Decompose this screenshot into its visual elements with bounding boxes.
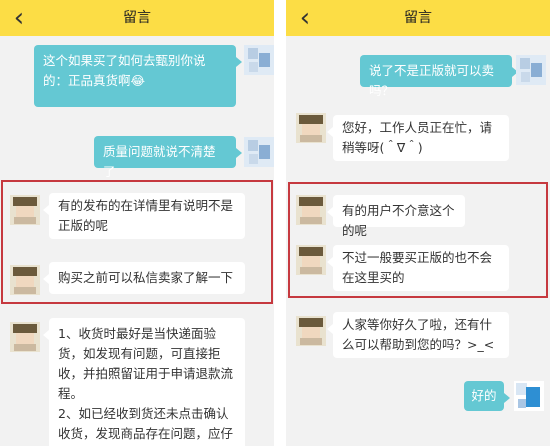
user-avatar[interactable]	[516, 55, 546, 85]
message-bubble-sent: 好的	[464, 381, 510, 411]
message-bubble-received: 人家等你好久了啦，还有什么可以帮助到您的吗？>_<	[327, 312, 509, 358]
user-avatar[interactable]	[244, 45, 274, 75]
title-bar: ‹ 留言	[0, 0, 274, 36]
staff-avatar[interactable]	[10, 322, 40, 352]
user-avatar[interactable]	[244, 137, 274, 167]
highlight-box	[1, 180, 273, 304]
highlight-box	[288, 182, 548, 298]
page-title: 留言	[404, 10, 432, 26]
panel-divider	[274, 0, 286, 446]
chat-panel-right: ‹ 留言 说了不是正版就可以卖吗？ 您好，工作人员正在忙，请稍等呀(＾∇＾) 有…	[286, 0, 550, 446]
user-avatar[interactable]	[514, 381, 544, 411]
staff-avatar[interactable]	[296, 113, 326, 143]
page-title: 留言	[123, 10, 151, 26]
message-bubble-sent: 质量问题就说不清楚了	[94, 136, 242, 179]
title-bar: ‹ 留言	[286, 0, 550, 36]
staff-avatar[interactable]	[296, 316, 326, 346]
message-bubble-received: 1、收货时最好是当快递面验货，如发现有问题，可直接拒收，并拍照留证用于申请退款流…	[43, 318, 245, 446]
message-bubble-sent: 说了不是正版就可以卖吗？	[360, 55, 518, 98]
message-bubble-sent: 这个如果买了如何去甄别你说的：正品真货啊😂	[34, 45, 242, 107]
message-bubble-received: 您好，工作人员正在忙，请稍等呀(＾∇＾)	[327, 115, 509, 161]
chat-panel-left: ‹ 留言 这个如果买了如何去甄别你说的：正品真货啊😂 质量问题就说不清楚了 有的…	[0, 0, 274, 446]
